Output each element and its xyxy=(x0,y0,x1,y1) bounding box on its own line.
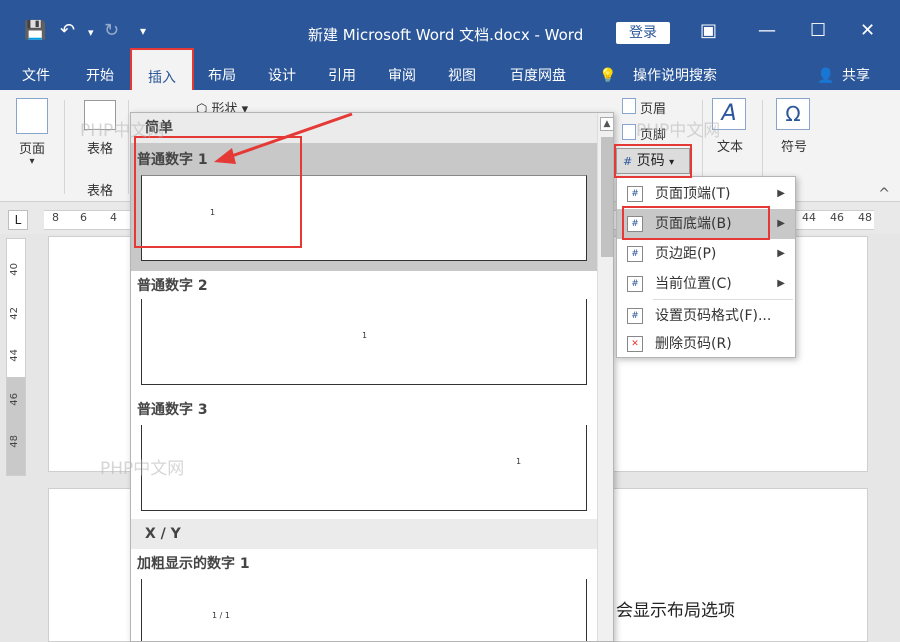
save-icon[interactable]: 💾 xyxy=(24,20,46,41)
menu-item-current-position[interactable]: # 当前位置(C) ▶ xyxy=(617,269,795,299)
remove-page-numbers-icon: ✕ xyxy=(627,336,643,352)
ruler-number: 6 xyxy=(80,211,87,224)
ribbon-tabs: 文件 开始 插入 布局 设计 引用 审阅 视图 百度网盘 💡 操作说明搜索 👤 … xyxy=(0,48,900,90)
current-position-icon: # xyxy=(627,276,643,292)
tab-selector[interactable]: L xyxy=(8,210,28,230)
ruler-number: 46 xyxy=(9,393,20,406)
tab-references[interactable]: 引用 xyxy=(320,62,364,90)
page-group-label[interactable]: 页面 xyxy=(12,138,52,157)
menu-item-format-page-numbers[interactable]: # 设置页码格式(F)... xyxy=(617,301,795,331)
tab-insert[interactable]: 插入 xyxy=(130,48,194,90)
cover-page-icon[interactable] xyxy=(16,98,48,134)
ribbon-display-icon[interactable]: ▣ xyxy=(700,20,717,41)
undo-dropdown-icon[interactable]: ▾ xyxy=(88,26,94,39)
submenu-arrow-icon: ▶ xyxy=(777,278,785,289)
ruler-number: 44 xyxy=(9,349,20,362)
highlight-plain-number-1 xyxy=(134,136,302,248)
format-page-numbers-icon: # xyxy=(627,308,643,324)
submenu-arrow-icon: ▶ xyxy=(777,248,785,259)
tab-file[interactable]: 文件 xyxy=(14,62,58,90)
gallery-item-plain-number-2[interactable]: 1 xyxy=(141,299,587,385)
tab-design[interactable]: 设计 xyxy=(260,62,304,90)
undo-icon[interactable]: ↶ xyxy=(60,20,75,41)
highlight-page-number-button xyxy=(614,144,692,178)
menu-item-remove-page-numbers[interactable]: ✕ 删除页码(R) xyxy=(617,329,795,359)
document-text: 会显示布局选项 xyxy=(616,601,735,621)
ruler-number: 40 xyxy=(9,263,20,276)
share-button[interactable]: 共享 xyxy=(836,62,876,90)
ruler-number: 42 xyxy=(9,307,20,320)
watermark: PHP中文网 xyxy=(636,121,721,141)
customize-icon[interactable]: ▾ xyxy=(140,24,146,38)
lightbulb-icon: 💡 xyxy=(599,68,617,84)
ruler-number: 4 xyxy=(110,211,117,224)
submenu-arrow-icon: ▶ xyxy=(777,218,785,229)
submenu-arrow-icon: ▶ xyxy=(777,188,785,199)
ruler-number: 46 xyxy=(830,211,844,224)
header-button[interactable]: 页眉 xyxy=(640,98,666,117)
tab-home[interactable]: 开始 xyxy=(78,62,122,90)
vertical-ruler: 40 42 44 46 48 xyxy=(6,238,26,476)
scroll-thumb[interactable] xyxy=(601,137,613,257)
redo-icon[interactable]: ↻ xyxy=(104,20,119,41)
tab-layout[interactable]: 布局 xyxy=(200,62,244,90)
gallery-section-xy: X / Y xyxy=(131,519,597,549)
footer-icon xyxy=(622,124,636,140)
ruler-number: 8 xyxy=(52,211,59,224)
page-margins-icon: # xyxy=(627,246,643,262)
table-group-label: 表格 xyxy=(86,184,113,199)
ruler-number: 48 xyxy=(858,211,872,224)
watermark: PHP中文网 xyxy=(100,459,185,479)
watermark: PHP中文网 xyxy=(80,121,165,141)
tell-me-search[interactable]: 操作说明搜索 xyxy=(626,62,724,90)
ruler-number: 44 xyxy=(802,211,816,224)
gallery-item-plain-number-3[interactable]: 1 xyxy=(141,425,587,511)
login-button[interactable]: 登录 xyxy=(616,22,670,44)
gallery-scrollbar[interactable]: ▲ xyxy=(597,113,613,641)
gallery-item-label[interactable]: 加粗显示的数字 1 xyxy=(137,553,250,573)
tab-view[interactable]: 视图 xyxy=(440,62,484,90)
page-dropdown-icon[interactable]: ▾ xyxy=(12,156,52,167)
user-icon: 👤 xyxy=(817,68,835,84)
menu-item-page-margins[interactable]: # 页边距(P) ▶ xyxy=(617,239,795,269)
gallery-item-bold-number-1[interactable]: 1 / 1 xyxy=(141,579,587,641)
maximize-icon[interactable]: ☐ xyxy=(810,20,826,41)
collapse-ribbon-icon[interactable]: ^ xyxy=(878,186,890,202)
highlight-bottom-of-page xyxy=(622,206,770,240)
top-of-page-icon: # xyxy=(627,186,643,202)
minimize-icon[interactable]: — xyxy=(758,20,776,41)
header-icon xyxy=(622,98,636,114)
gallery-item-label[interactable]: 普通数字 3 xyxy=(137,399,208,419)
symbol-icon[interactable]: Ω xyxy=(776,98,810,130)
page-number-menu: # 页面顶端(T) ▶ # 页面底端(B) ▶ # 页边距(P) ▶ # 当前位… xyxy=(616,176,796,358)
close-icon[interactable]: ✕ xyxy=(860,20,875,41)
tab-review[interactable]: 审阅 xyxy=(380,62,424,90)
document-title: 新建 Microsoft Word 文档.docx - Word xyxy=(308,26,584,44)
menu-item-top-of-page[interactable]: # 页面顶端(T) ▶ xyxy=(617,179,795,209)
scroll-up-icon[interactable]: ▲ xyxy=(600,117,613,131)
tab-baidu-netdisk[interactable]: 百度网盘 xyxy=(502,62,574,90)
ruler-number: 48 xyxy=(9,435,20,448)
symbol-button[interactable]: 符号 xyxy=(772,136,816,155)
gallery-item-label[interactable]: 普通数字 2 xyxy=(137,275,208,295)
